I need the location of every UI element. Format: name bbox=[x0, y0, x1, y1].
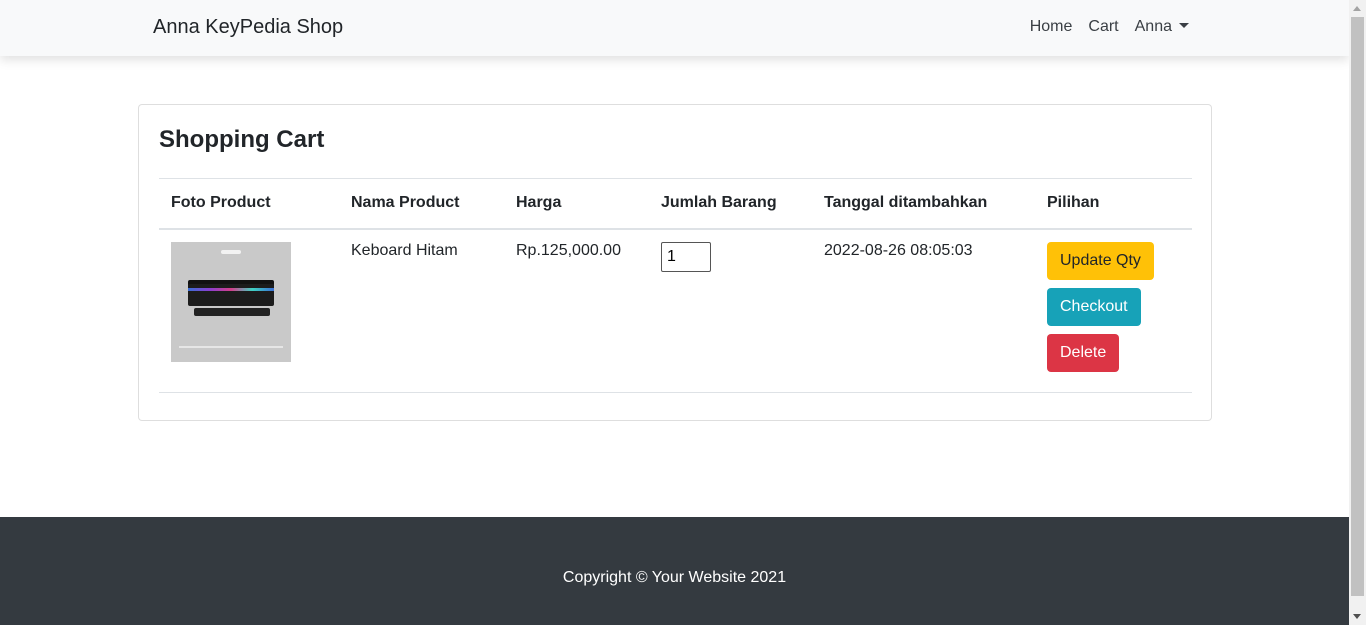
cart-table: Foto Product Nama Product Harga Jumlah B… bbox=[159, 178, 1192, 393]
table-row: Keboard Hitam Rp.125,000.00 2022-08-26 0… bbox=[159, 228, 1192, 393]
actions-cell: Update Qty Checkout Delete bbox=[1035, 228, 1192, 393]
image-caption-line bbox=[179, 345, 283, 348]
keyboard-graphic bbox=[188, 279, 274, 306]
update-qty-button[interactable]: Update Qty bbox=[1047, 241, 1154, 280]
scrollbar-thumb[interactable] bbox=[1351, 17, 1364, 596]
checkout-button[interactable]: Checkout bbox=[1047, 287, 1141, 326]
user-dropdown-toggle[interactable]: Anna bbox=[1135, 18, 1189, 36]
header-jumlah: Jumlah Barang bbox=[649, 178, 812, 230]
header-pilihan: Pilihan bbox=[1035, 178, 1192, 230]
page-title: Shopping Cart bbox=[159, 126, 325, 153]
scroll-down-arrow-icon[interactable] bbox=[1353, 614, 1361, 619]
date-added: 2022-08-26 08:05:03 bbox=[812, 228, 1035, 393]
nav-cart-link[interactable]: Cart bbox=[1088, 18, 1118, 36]
product-photo-cell bbox=[159, 228, 339, 393]
header-nama: Nama Product bbox=[339, 178, 504, 230]
cart-card: Shopping Cart Foto Product Nama Product … bbox=[138, 104, 1212, 421]
copyright-text: Copyright © Your Website 2021 bbox=[562, 569, 787, 586]
brand-logo-mark bbox=[221, 249, 241, 254]
navbar: Anna KeyPedia Shop Home Cart Anna bbox=[0, 0, 1349, 56]
scroll-up-arrow-icon[interactable] bbox=[1353, 6, 1361, 11]
nav-home-link[interactable]: Home bbox=[1030, 18, 1073, 36]
quantity-cell bbox=[649, 228, 812, 393]
page: Anna KeyPedia Shop Home Cart Anna Shoppi… bbox=[0, 0, 1349, 625]
brand-link[interactable]: Anna KeyPedia Shop bbox=[153, 16, 343, 39]
user-name: Anna bbox=[1134, 18, 1172, 35]
product-price: Rp.125,000.00 bbox=[504, 228, 649, 393]
header-harga: Harga bbox=[504, 178, 649, 230]
vertical-scrollbar[interactable] bbox=[1349, 0, 1366, 625]
wrist-rest-graphic bbox=[194, 307, 270, 316]
header-foto: Foto Product bbox=[159, 178, 339, 230]
caret-down-icon bbox=[1179, 22, 1189, 28]
product-image bbox=[171, 241, 291, 362]
nav-links: Home Cart Anna bbox=[1014, 18, 1189, 36]
quantity-input[interactable] bbox=[661, 241, 711, 272]
table-header-row: Foto Product Nama Product Harga Jumlah B… bbox=[159, 178, 1192, 230]
delete-button[interactable]: Delete bbox=[1047, 333, 1120, 372]
footer: Copyright © Your Website 2021 bbox=[0, 517, 1349, 625]
header-tanggal: Tanggal ditambahkan bbox=[812, 178, 1035, 230]
product-name: Keboard Hitam bbox=[339, 228, 504, 393]
